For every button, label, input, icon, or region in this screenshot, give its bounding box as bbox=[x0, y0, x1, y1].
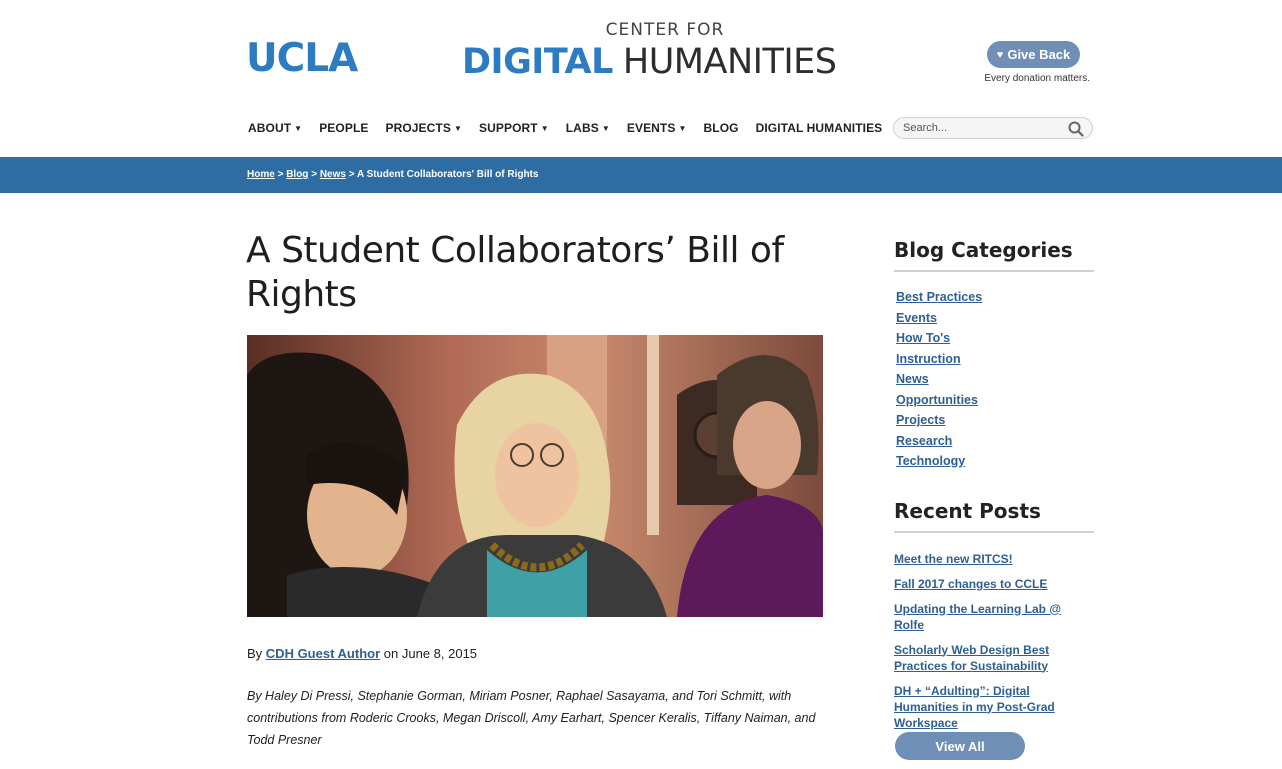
recent-post-item: DH + “Adulting”: Digital Humanities in m… bbox=[894, 683, 1094, 731]
category-link-instruction[interactable]: Instruction bbox=[896, 352, 961, 366]
category-link-research[interactable]: Research bbox=[896, 434, 952, 448]
author-link[interactable]: CDH Guest Author bbox=[266, 646, 380, 661]
nav-item-digital-humanities[interactable]: DIGITAL HUMANITIES bbox=[756, 121, 883, 135]
nav-item-people[interactable]: PEOPLE bbox=[319, 121, 368, 135]
recent-post-item: Fall 2017 changes to CCLE bbox=[894, 576, 1094, 592]
give-back-button[interactable]: ♥ Give Back bbox=[987, 41, 1080, 68]
recent-posts-list: Meet the new RITCS! Fall 2017 changes to… bbox=[894, 551, 1094, 731]
caret-down-icon: ▼ bbox=[294, 123, 303, 133]
category-item: Best Practices bbox=[896, 290, 1094, 311]
breadcrumb-separator: > bbox=[277, 169, 284, 180]
breadcrumb-news-link[interactable]: News bbox=[320, 169, 346, 180]
recent-post-link[interactable]: Updating the Learning Lab @ Rolfe bbox=[894, 602, 1061, 632]
give-back-label: Give Back bbox=[1007, 47, 1071, 62]
recent-post-link[interactable]: Fall 2017 changes to CCLE bbox=[894, 577, 1047, 591]
cdh-logo[interactable]: CENTER FOR DIGITAL HUMANITIES bbox=[462, 20, 868, 84]
category-item: Instruction bbox=[896, 352, 1094, 373]
category-link-projects[interactable]: Projects bbox=[896, 413, 945, 427]
site-header: UCLA CENTER FOR DIGITAL HUMANITIES ♥ Give… bbox=[0, 0, 1282, 157]
breadcrumb-current: A Student Collaborators' Bill of Rights bbox=[357, 169, 539, 180]
breadcrumb-blog-link[interactable]: Blog bbox=[286, 169, 308, 180]
article-byline: By CDH Guest Author on June 8, 2015 bbox=[247, 646, 477, 661]
breadcrumb-bar: Home > Blog > News > A Student Collabora… bbox=[0, 157, 1282, 193]
cdh-logo-digital: DIGITAL bbox=[462, 42, 613, 82]
category-link-technology[interactable]: Technology bbox=[896, 454, 965, 468]
caret-down-icon: ▼ bbox=[540, 123, 549, 133]
breadcrumb-home-link[interactable]: Home bbox=[247, 169, 275, 180]
category-item: Technology bbox=[896, 454, 1094, 475]
nav-item-label: PROJECTS bbox=[385, 121, 451, 135]
nav-item-label: EVENTS bbox=[626, 121, 676, 135]
recent-post-link[interactable]: Scholarly Web Design Best Practices for … bbox=[894, 643, 1049, 673]
category-item: Opportunities bbox=[896, 393, 1094, 414]
article-title: A Student Collaborators’ Bill of Rights bbox=[246, 230, 784, 315]
sidebar: Blog Categories Best Practices Events Ho… bbox=[894, 238, 1094, 740]
cdh-logo-wordmark: DIGITAL HUMANITIES bbox=[462, 42, 837, 82]
category-link-best-practices[interactable]: Best Practices bbox=[896, 290, 982, 304]
category-item: Events bbox=[896, 311, 1094, 332]
category-list: Best Practices Events How To's Instructi… bbox=[894, 290, 1094, 475]
nav-item-blog[interactable]: BLOG bbox=[704, 121, 739, 135]
recent-posts-heading: Recent Posts bbox=[894, 499, 1094, 533]
caret-down-icon: ▼ bbox=[601, 123, 610, 133]
categories-heading: Blog Categories bbox=[894, 238, 1094, 272]
nav-item-labs[interactable]: LABS ▼ bbox=[566, 121, 610, 135]
category-link-how-tos[interactable]: How To's bbox=[896, 331, 950, 345]
ucla-logo[interactable]: UCLA bbox=[246, 36, 358, 81]
cdh-logo-humanities: HUMANITIES bbox=[622, 42, 837, 82]
search-icon[interactable] bbox=[1068, 121, 1084, 137]
nav-item-about[interactable]: ABOUT ▼ bbox=[248, 121, 302, 135]
heart-icon: ♥ bbox=[996, 48, 1004, 61]
nav-item-label: BLOG bbox=[703, 121, 739, 135]
recent-post-link[interactable]: DH + “Adulting”: Digital Humanities in m… bbox=[894, 684, 1055, 730]
category-link-news[interactable]: News bbox=[896, 372, 929, 386]
donation-note: Every donation matters. bbox=[984, 73, 1090, 84]
category-item: How To's bbox=[896, 331, 1094, 352]
category-link-events[interactable]: Events bbox=[896, 311, 937, 325]
nav-item-label: ABOUT bbox=[248, 121, 292, 135]
search-box bbox=[893, 117, 1093, 139]
authors-note: By Haley Di Pressi, Stephanie Gorman, Mi… bbox=[247, 689, 816, 747]
recent-post-item: Scholarly Web Design Best Practices for … bbox=[894, 642, 1094, 674]
nav-item-label: LABS bbox=[565, 121, 599, 135]
hero-photo-illustration bbox=[247, 335, 823, 617]
view-all-button[interactable]: View All bbox=[895, 732, 1025, 760]
category-item: News bbox=[896, 372, 1094, 393]
recent-post-link[interactable]: Meet the new RITCS! bbox=[894, 552, 1013, 566]
caret-down-icon: ▼ bbox=[453, 123, 462, 133]
nav-item-projects[interactable]: PROJECTS ▼ bbox=[385, 121, 462, 135]
category-item: Research bbox=[896, 434, 1094, 455]
byline-prefix: By bbox=[247, 646, 263, 661]
breadcrumb-separator: > bbox=[311, 169, 318, 180]
breadcrumb: Home > Blog > News > A Student Collabora… bbox=[247, 169, 538, 180]
nav-item-label: SUPPORT bbox=[479, 121, 538, 135]
nav-item-support[interactable]: SUPPORT ▼ bbox=[479, 121, 549, 135]
category-item: Projects bbox=[896, 413, 1094, 434]
category-link-opportunities[interactable]: Opportunities bbox=[896, 393, 978, 407]
nav-item-label: PEOPLE bbox=[319, 121, 369, 135]
recent-post-item: Meet the new RITCS! bbox=[894, 551, 1094, 567]
breadcrumb-separator: > bbox=[348, 169, 355, 180]
main-nav: ABOUT ▼ PEOPLE PROJECTS ▼ SUPPORT ▼ LABS ▼ E… bbox=[248, 120, 899, 136]
cdh-logo-top: CENTER FOR bbox=[605, 20, 725, 40]
caret-down-icon: ▼ bbox=[678, 123, 687, 133]
nav-item-events[interactable]: EVENTS ▼ bbox=[627, 121, 687, 135]
recent-post-item: Updating the Learning Lab @ Rolfe bbox=[894, 601, 1094, 633]
nav-item-label: DIGITAL HUMANITIES bbox=[755, 121, 883, 135]
search-input[interactable] bbox=[894, 122, 1059, 134]
article-date: on June 8, 2015 bbox=[383, 646, 478, 661]
article-hero-image bbox=[247, 335, 823, 617]
